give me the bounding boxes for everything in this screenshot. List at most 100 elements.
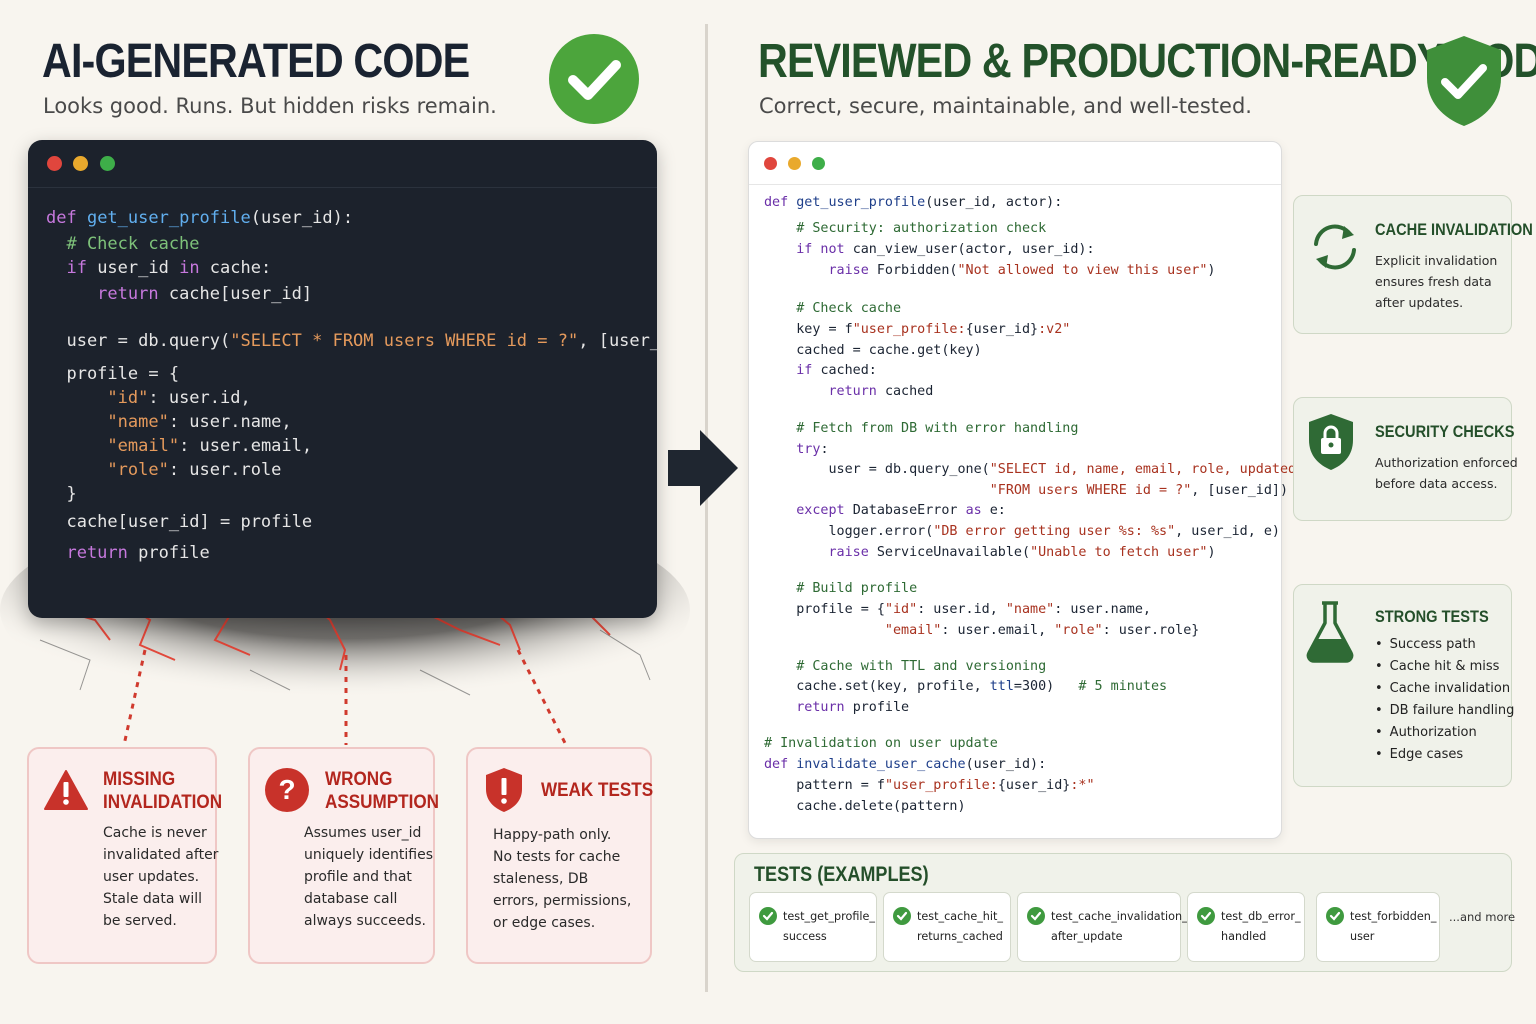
- code-token: :*": [1070, 778, 1095, 793]
- code-token: pattern = f: [764, 778, 885, 793]
- code-token: return: [46, 543, 139, 563]
- problem-body: Cache is never invalidated after user upda…: [103, 825, 219, 929]
- code-token: : user.email,: [179, 436, 313, 456]
- code-token: , [user_id]): [578, 331, 657, 351]
- code-line: except DatabaseError as e:: [764, 503, 1006, 518]
- code-token: user = db.query_one(: [764, 462, 990, 477]
- minimize-dot-icon[interactable]: [73, 156, 88, 171]
- code-line: return cached: [764, 384, 933, 399]
- test-name: test_cache_hit_ returns_cached: [917, 910, 1003, 943]
- code-token: # Fetch from DB with error handling: [764, 421, 1079, 436]
- code-token: as: [965, 503, 990, 518]
- code-token: "id": [884, 602, 918, 617]
- code-line: "role": user.role: [46, 460, 281, 480]
- code-token: try: [764, 442, 821, 457]
- code-token: "DB error getting user %s: %s": [933, 524, 1176, 539]
- code-token: :v2": [1038, 322, 1071, 337]
- test-chip[interactable]: test_db_error_ handled: [1187, 892, 1305, 962]
- code-token: "name": [1005, 602, 1055, 617]
- minimize-dot-icon[interactable]: [788, 157, 801, 170]
- code-token: invalidate_user_cache: [796, 757, 966, 772]
- code-token: in: [179, 258, 210, 278]
- check-icon: [759, 907, 777, 925]
- test-name: test_get_profile_ success: [783, 910, 875, 943]
- code-line: def get_user_profile(user_id):: [46, 208, 353, 228]
- code-token: def: [764, 195, 797, 210]
- code-line: key = f"user_profile:{user_id}:v2": [764, 322, 1070, 337]
- code-line: if not can_view_user(actor, user_id):: [764, 242, 1095, 257]
- feature-body: Authorization enforced before data access…: [1375, 455, 1518, 491]
- code-line: "id": user.id,: [46, 388, 251, 408]
- code-line: cache.set(key, profile, ttl=300) # 5 min…: [764, 679, 1167, 694]
- code-line: "name": user.name,: [46, 412, 292, 432]
- close-dot-icon[interactable]: [47, 156, 62, 171]
- test-chip[interactable]: test_cache_invalidation_ after_update: [1017, 892, 1188, 962]
- code-line: logger.error("DB error getting user %s: …: [764, 524, 1280, 539]
- check-icon: [1197, 907, 1215, 925]
- check-icon: [893, 907, 911, 925]
- problem-title: WRONG ASSUMPTION: [325, 769, 440, 813]
- list-item: Success path: [1375, 634, 1514, 656]
- code-token: : user.id,: [917, 602, 1006, 617]
- maximize-dot-icon[interactable]: [100, 156, 115, 171]
- code-token: : user.name,: [168, 412, 292, 432]
- test-name: test_db_error_ handled: [1221, 910, 1301, 943]
- code-token: "Unable to fetch user": [1030, 545, 1208, 560]
- code-token: cached = cache.get(key): [764, 343, 982, 358]
- list-item: Edge cases: [1375, 744, 1514, 766]
- test-chip[interactable]: test_forbidden_ user: [1316, 892, 1440, 962]
- code-line: user = db.query_one("SELECT id, name, em…: [764, 462, 1336, 477]
- code-token: can_view_user(actor, user_id):: [852, 242, 1095, 257]
- test-name: test_forbidden_ user: [1350, 910, 1437, 943]
- code-line: profile = {: [46, 364, 179, 384]
- code-line: # Check cache: [46, 234, 199, 254]
- code-token: ServiceUnavailable(: [876, 545, 1031, 560]
- more-tests-label: ...and more: [1449, 910, 1516, 924]
- code-line: # Invalidation on user update: [764, 736, 998, 751]
- close-dot-icon[interactable]: [764, 157, 777, 170]
- code-token: # 5 minutes: [1078, 679, 1168, 694]
- code-token: if not: [764, 242, 853, 257]
- reviewed-code-window: def get_user_profile(user_id, actor): # …: [748, 141, 1336, 839]
- code-token: "email": [764, 623, 942, 638]
- code-line: raise Forbidden("Not allowed to view thi…: [764, 263, 1215, 278]
- code-token: "email": [46, 436, 180, 456]
- code-token: ): [1207, 263, 1216, 278]
- code-token: : user.id,: [148, 388, 251, 408]
- code-line: cached = cache.get(key): [764, 343, 982, 358]
- flask-icon: [1306, 601, 1354, 663]
- code-token: {user_id}: [965, 322, 1039, 337]
- code-token: "user_profile:: [852, 322, 966, 337]
- code-token: , [user_id]): [1191, 483, 1289, 498]
- code-token: return: [764, 700, 853, 715]
- code-token: {user_id}: [997, 778, 1071, 793]
- code-token: raise: [764, 545, 877, 560]
- right-title: REVIEWED & PRODUCTION-READY CODE: [758, 35, 1536, 88]
- test-chip[interactable]: test_cache_hit_ returns_cached: [883, 892, 1011, 962]
- code-token: # Cache with TTL and versioning: [764, 659, 1047, 674]
- code-line: # Check cache: [764, 301, 901, 316]
- problem-card-missing-invalidation: MISSING INVALIDATION Cache is never invali…: [27, 747, 222, 964]
- code-token: "SELECT * FROM users WHERE id = ?": [230, 331, 579, 351]
- code-token: "role": [46, 460, 169, 480]
- code-line: if cached:: [764, 363, 877, 378]
- problem-body: Happy-path only. No tests for cache stalen…: [493, 827, 632, 931]
- code-line: raise ServiceUnavailable("Unable to fetc…: [764, 545, 1215, 560]
- code-token: user = db.query(: [46, 331, 231, 351]
- code-token: profile: [852, 700, 910, 715]
- code-token: "Not allowed to view this user": [957, 263, 1208, 278]
- code-token: : user.email,: [941, 623, 1055, 638]
- list-item: DB failure handling: [1375, 700, 1515, 722]
- code-line: cache[user_id] = profile: [46, 512, 312, 532]
- test-chip[interactable]: test_get_profile_ success: [749, 892, 877, 962]
- maximize-dot-icon[interactable]: [812, 157, 825, 170]
- right-subtitle: Correct, secure, maintainable, and well-…: [759, 94, 1252, 118]
- code-token: e:: [989, 503, 1006, 518]
- feature-card-strong-tests: STRONG TESTS Success path Cache hit & mi…: [1293, 584, 1515, 787]
- code-token: def: [764, 757, 797, 772]
- list-item: Cache invalidation: [1375, 678, 1514, 700]
- test-name: test_cache_invalidation_ after_update: [1051, 910, 1188, 943]
- code-token: (user_id, actor):: [925, 195, 1063, 210]
- code-token: # Build profile: [764, 581, 918, 596]
- center-divider: [705, 24, 708, 992]
